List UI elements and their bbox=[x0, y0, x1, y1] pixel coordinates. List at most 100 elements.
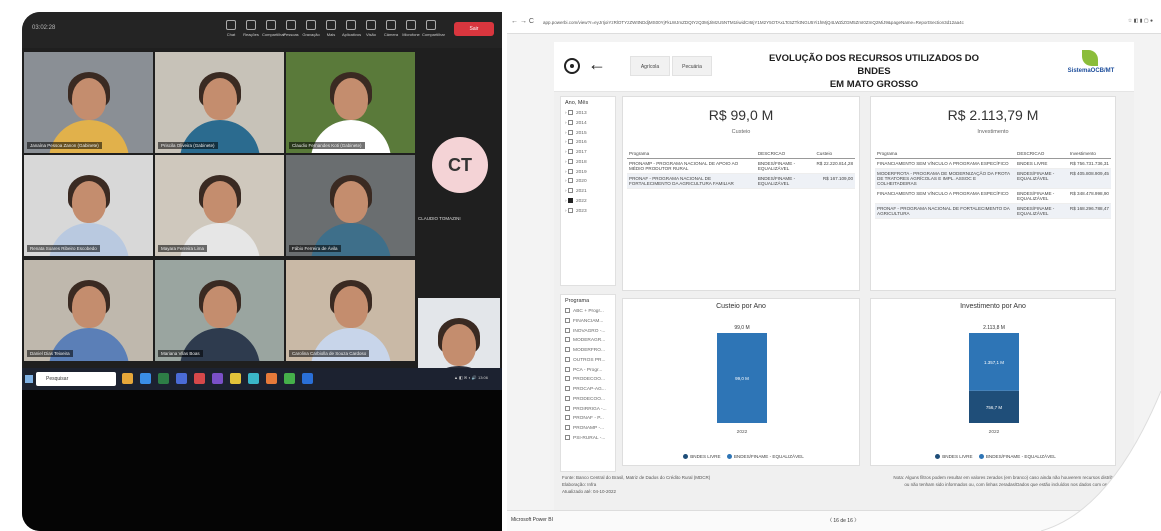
participant-video-tile[interactable]: Claudio Fernandes Koti (Gabinete) bbox=[286, 52, 415, 153]
checkbox[interactable] bbox=[567, 119, 573, 125]
powerbi-link[interactable]: Microsoft Power BI bbox=[511, 517, 553, 523]
app-icon[interactable] bbox=[266, 373, 277, 384]
slicer-item[interactable]: INOVAGRO -... bbox=[561, 326, 615, 336]
slicer-item[interactable]: PRONAMP -... bbox=[561, 423, 615, 433]
table-row[interactable]: FINANCIAMENTO SEM VÍNCULO A PROGRAMA ESP… bbox=[875, 158, 1111, 169]
checkbox[interactable] bbox=[567, 158, 573, 164]
system-tray[interactable]: ▲ ◧ ✉ ◐ 🔊 13:06 bbox=[454, 375, 488, 380]
slicer-item[interactable]: PRODECOO... bbox=[561, 374, 615, 384]
app-icon[interactable] bbox=[158, 373, 169, 384]
participant-video-tile[interactable]: Mayara Ferreira Lima bbox=[155, 155, 284, 256]
app-icon[interactable] bbox=[284, 373, 295, 384]
slicer-item[interactable]: › 2016 bbox=[561, 137, 615, 147]
slicer-item[interactable]: MODERFRO... bbox=[561, 345, 615, 355]
slicer-item[interactable]: PROIRRIGA -... bbox=[561, 404, 615, 414]
table-row[interactable]: PRONAMP - PROGRAMA NACIONAL DE APOIO AO … bbox=[627, 158, 855, 174]
checkbox[interactable] bbox=[565, 376, 570, 382]
slicer-item[interactable]: PROCAP-AG... bbox=[561, 384, 615, 394]
app-icon[interactable] bbox=[230, 373, 241, 384]
zoom-control-button[interactable]: Chat bbox=[222, 18, 240, 42]
slicer-item[interactable]: PRONAF - P... bbox=[561, 413, 615, 423]
slicer-item[interactable]: › 2020 bbox=[561, 176, 615, 186]
checkbox[interactable] bbox=[567, 110, 573, 115]
zoom-control-button[interactable]: Reações bbox=[242, 18, 260, 42]
participant-video-tile[interactable]: Priscila Oliveira (Gabinete) bbox=[155, 52, 284, 153]
participant-video-tile[interactable]: Fábio Ferreira de Ávila bbox=[286, 155, 415, 256]
nav-arrows-icon[interactable]: ← → C bbox=[511, 18, 534, 25]
checkbox[interactable] bbox=[565, 366, 570, 372]
zoom-control-button[interactable]: Compartilhar bbox=[422, 18, 445, 42]
checkbox[interactable] bbox=[567, 139, 573, 145]
slicer-item[interactable]: OUTROS PR... bbox=[561, 355, 615, 365]
checkbox[interactable] bbox=[565, 308, 570, 313]
participant-video-tile[interactable]: Renata Soares Ribeiro Escobedo bbox=[24, 155, 153, 256]
app-icon[interactable] bbox=[302, 373, 313, 384]
checkbox[interactable] bbox=[565, 434, 570, 440]
zoom-control-button[interactable]: Gravação bbox=[302, 18, 320, 42]
tab-agricola[interactable]: Agrícola bbox=[630, 56, 670, 76]
slicer-item[interactable]: › 2017 bbox=[561, 147, 615, 157]
checkbox[interactable] bbox=[565, 415, 570, 421]
slicer-item[interactable]: MODERAGR... bbox=[561, 335, 615, 345]
table-row[interactable]: PRONAF - PROGRAMA NACIONAL DE FORTALECIM… bbox=[875, 203, 1111, 219]
app-icon[interactable] bbox=[122, 373, 133, 384]
zoom-control-button[interactable]: Visão bbox=[362, 18, 380, 42]
column-header[interactable]: DESCRICAO bbox=[755, 149, 815, 159]
checkbox[interactable] bbox=[565, 317, 570, 323]
back-arrow-icon[interactable]: ← bbox=[588, 54, 606, 75]
checkbox[interactable] bbox=[565, 405, 570, 411]
extensions-icon[interactable]: ☆ ◧ ▮ ▢ ● bbox=[1128, 18, 1153, 24]
checkbox[interactable] bbox=[567, 197, 573, 203]
tab-pecuaria[interactable]: Pecuária bbox=[672, 56, 712, 76]
slicer-item[interactable]: PRODECOO... bbox=[561, 394, 615, 404]
slicer-item[interactable]: › 2015 bbox=[561, 128, 615, 138]
participant-video-tile[interactable]: Mariana Vilas Boas bbox=[155, 260, 284, 361]
slicer-item[interactable]: › 2014 bbox=[561, 118, 615, 128]
zoom-control-button[interactable]: Compartilhar bbox=[262, 18, 285, 42]
checkbox[interactable] bbox=[567, 188, 573, 194]
checkbox[interactable] bbox=[567, 207, 573, 213]
slicer-item[interactable]: › 2019 bbox=[561, 167, 615, 177]
slicer-item[interactable]: PCA - Progr... bbox=[561, 365, 615, 375]
checkbox[interactable] bbox=[567, 129, 573, 135]
zoom-control-button[interactable]: Microfone bbox=[402, 18, 420, 42]
column-header[interactable]: Programa bbox=[627, 149, 756, 159]
slicer-item[interactable]: › 2023 bbox=[561, 206, 615, 216]
checkbox[interactable] bbox=[565, 337, 570, 343]
column-header[interactable]: Custeio bbox=[814, 149, 855, 159]
checkbox[interactable] bbox=[565, 356, 570, 362]
slicer-item[interactable]: FINANCIAM... bbox=[561, 316, 615, 326]
slicer-item[interactable]: › 2018 bbox=[561, 157, 615, 167]
column-header[interactable]: Investimento bbox=[1067, 149, 1111, 159]
zoom-control-button[interactable]: Pessoas bbox=[282, 18, 300, 42]
column-header[interactable]: Programa bbox=[875, 149, 1016, 159]
app-icon[interactable] bbox=[194, 373, 205, 384]
participant-video-tile[interactable] bbox=[418, 298, 500, 368]
zoom-control-button[interactable]: Aplicativos bbox=[342, 18, 361, 42]
slicer-item[interactable]: ABC + Progr... bbox=[561, 306, 615, 316]
participant-video-tile[interactable]: Janaína Pessoa Zanon (Gabinete) bbox=[24, 52, 153, 153]
column-header[interactable]: DESCRICAO bbox=[1015, 149, 1068, 159]
checkbox[interactable] bbox=[565, 425, 570, 431]
checkbox[interactable] bbox=[565, 347, 570, 353]
table-row[interactable]: FINANCIAMENTO SEM VÍNCULO A PROGRAMA ESP… bbox=[875, 188, 1111, 204]
checkbox[interactable] bbox=[565, 386, 570, 392]
table-row[interactable]: MODERFROTA - PROGRAMA DE MODERNIZAÇÃO DA… bbox=[875, 168, 1111, 189]
slicer-item[interactable]: PSI-RURAL -... bbox=[561, 433, 615, 443]
zoom-control-button[interactable]: Mais bbox=[322, 18, 340, 42]
start-icon[interactable] bbox=[25, 375, 33, 383]
table-row[interactable]: PRONAF - PROGRAMA NACIONAL DE FORTALECIM… bbox=[627, 173, 855, 189]
slicer-item[interactable]: › 2021 bbox=[561, 186, 615, 196]
app-icon[interactable] bbox=[176, 373, 187, 384]
checkbox[interactable] bbox=[567, 168, 573, 174]
app-icon[interactable] bbox=[212, 373, 223, 384]
taskbar-search-input[interactable]: Pesquisar bbox=[36, 372, 116, 386]
slicer-item[interactable]: › 2013 bbox=[561, 108, 615, 118]
address-bar[interactable]: app.powerbi.com/view?r=eyJrIjoiYzRlOTYzZ… bbox=[543, 17, 1043, 29]
app-icon[interactable] bbox=[140, 373, 151, 384]
participant-video-tile[interactable]: Daniel Dias Teixeira bbox=[24, 260, 153, 361]
leave-button[interactable]: Sair bbox=[454, 22, 494, 36]
app-icon[interactable] bbox=[248, 373, 259, 384]
slicer-item[interactable]: › 2022 bbox=[561, 196, 615, 206]
zoom-control-button[interactable]: Câmera bbox=[382, 18, 400, 42]
